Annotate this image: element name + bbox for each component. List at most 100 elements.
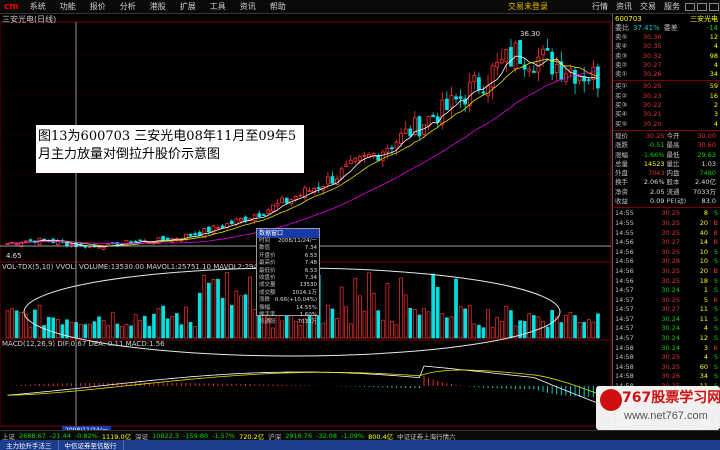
volume-bar [10,308,14,339]
candle-body [541,48,545,56]
close-icon[interactable] [709,2,719,11]
status-item: -32.08 [316,431,338,440]
buy-order-row[interactable]: 买① 30.25 59 [613,82,720,91]
buy-order-row[interactable]: 买⑤ 30.20 4 [613,120,720,129]
candle-body [87,245,92,248]
stat-value: 29.63 [697,150,716,159]
menu-item-news[interactable]: 资讯 [233,1,263,12]
tick-time: 14:56 [615,266,634,275]
site-logo-icon [600,389,622,411]
volume-bar [46,316,51,339]
volume-bar [353,277,358,339]
kline-chart[interactable]: 36.30 4.65 [0,14,612,430]
stat-value: 14523 [643,159,665,168]
candle-body [495,61,500,68]
volume-bar [536,316,541,339]
stat-value: 30.60 [697,141,716,150]
stock-name: 三安光电 [690,15,718,23]
menu-item-extend[interactable]: 扩展 [173,1,203,12]
buy-order-row[interactable]: 买④ 30.21 3 [613,110,720,119]
low-price-label: 4.65 [6,252,22,260]
menu-item-quote[interactable]: 报价 [83,1,113,12]
menu-item-function[interactable]: 功能 [53,1,83,12]
menu-item-analysis[interactable]: 分析 [113,1,143,12]
sell-order-row[interactable]: 卖④ 30.35 4 [613,42,720,51]
top-tab-service[interactable]: 服务 [660,1,684,12]
quote-stat-row: 净资 2.05 流通 7033万 [613,188,720,197]
buy-order-row[interactable]: 买③ 30.22 2 [613,101,720,110]
sell-order-row[interactable]: 卖② 30.27 4 [613,61,720,70]
menu-item-hk[interactable]: 港股 [143,1,173,12]
status-item: 1119.0亿 [101,432,132,441]
tick-volume: 40 [699,228,708,237]
tick-volume: 8 [703,209,708,218]
tick-volume: 11 [699,314,708,323]
popup-value: 13530 [299,282,318,289]
menu-item-tools[interactable]: 工具 [203,1,233,12]
volume-bar [115,323,120,339]
tick-side: S [713,362,718,371]
candle-body [536,56,541,73]
sell-order-row[interactable]: 卖⑤ 30.36 12 [613,33,720,42]
volume-bar [37,304,42,339]
volume-bar [504,305,509,339]
volume-bar [179,324,184,339]
candle-body [353,157,358,163]
volume-bar [559,322,564,339]
candle-body [243,216,248,222]
tick-side: S [713,353,718,362]
candle-body [316,187,321,189]
tick-volume: 20 [699,218,708,227]
menu-item-help[interactable]: 帮助 [263,1,293,12]
quote-stat-row: 涨跌 -0.51 最高 30.60 [613,141,720,150]
tick-row: 14:56 30.25 20 B [613,267,720,277]
macd-pane-frame [0,339,612,427]
minimize-icon[interactable] [685,2,695,11]
tick-row: 14:58 30.24 3 B [613,344,720,354]
tick-time: 14:56 [615,247,634,256]
data-window-popup[interactable]: 数据窗口 时间 2008/11/24/一 数值 7.34 开盘价 6.53 最高价 7.48 最… [256,228,320,325]
top-tab-trade[interactable]: 交易 [636,1,660,12]
status-item: -1.09% [341,431,365,440]
sell-order-row[interactable]: 卖① 30.26 34 [613,70,720,79]
tick-side: S [713,314,718,323]
stat-value: 2.06% [643,178,665,187]
sell-order-quantity: 34 [709,70,718,79]
buy-order-row[interactable]: 买② 30.23 16 [613,92,720,101]
taskbar-item[interactable]: 中信证券至信版行 [59,440,124,450]
volume-bar [225,272,230,339]
volume-bar [170,316,175,339]
volume-bar [531,315,536,339]
candle-body [266,209,271,214]
candle-body [275,203,280,207]
candle-body [229,220,234,225]
volume-bar [481,327,486,339]
volume-bar [55,319,60,339]
stat-value: -0.51 [647,141,665,150]
top-tab-quote[interactable]: 行情 [588,1,612,12]
top-tab-news[interactable]: 资讯 [612,1,636,12]
sell-order-label: 卖③ [615,51,628,60]
sell-order-row[interactable]: 卖③ 30.32 98 [613,52,720,61]
candle-body [101,246,106,250]
tick-volume: 18 [699,276,708,285]
volume-bar [390,321,394,339]
candle-body [527,68,532,72]
login-status[interactable]: 交易未登录 [508,1,588,12]
status-item: 2916.76 [285,431,313,440]
tick-volume: 4 [703,324,708,333]
status-item: -0.82% [74,431,98,440]
menu-item-system[interactable]: 系统 [23,1,53,12]
candle-body [184,233,188,241]
volume-bar [380,319,385,339]
tick-row: 14:56 30.25 10 S [613,248,720,258]
maximize-icon[interactable] [697,2,707,11]
volume-bar [97,316,101,339]
tick-row: 14:57 30.24 11 S [613,315,720,325]
taskbar-item[interactable]: 主力拉升手法三 [0,440,59,450]
tick-side: B [713,228,718,237]
volume-bar [440,313,445,339]
chart-area[interactable]: 36.30 4.65 三安光电(日线) VOL-TDX(5,10) VVOL: V… [0,14,612,435]
tick-side: S [713,334,718,343]
tick-volume: 12 [699,334,708,343]
